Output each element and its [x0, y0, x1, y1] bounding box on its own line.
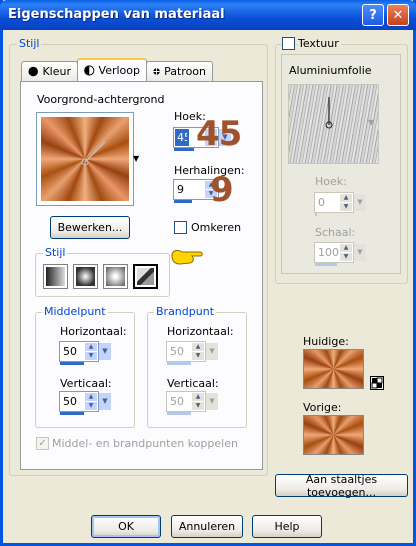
textuur-hoek-dropdown-icon: ▼ [354, 194, 366, 211]
textuur-hoek-slider-bar [315, 213, 317, 216]
sunburst-style-icon [106, 267, 125, 286]
vorige-label: Vorige: [303, 401, 342, 414]
tab-kleur[interactable]: Kleur [21, 61, 78, 81]
huidige-label: Huidige: [303, 335, 349, 348]
brandpunt-v-dropdown-icon: ▼ [206, 393, 218, 410]
middelpunt-h-dropdown-icon[interactable]: ▼ [99, 343, 111, 360]
textuur-hoek-spin-arrows: ▲ ▼ [340, 194, 352, 212]
brandpunt-h-slider-bar [167, 362, 191, 365]
omkeren-checkbox[interactable] [174, 221, 187, 234]
middelpunt-h-slider-bar[interactable] [60, 362, 84, 365]
brandpunt-horizontaal-spinner: ▲▼ ▼ [166, 341, 218, 365]
hoek-input[interactable] [175, 129, 189, 146]
textuur-hoek-label: Hoek: [315, 175, 347, 188]
tab-kleur-label: Kleur [42, 65, 71, 78]
texture-angle-handle [325, 97, 333, 129]
middelpunt-verticaal-label: Verticaal: [60, 377, 112, 390]
herhalingen-input[interactable] [175, 181, 203, 198]
middelpunt-verticaal-spinner[interactable]: ▲▼ ▼ [59, 391, 111, 415]
add-to-swatches-button[interactable]: Aan staaltjes toevoegen... [275, 473, 408, 499]
brandpunt-h-dropdown-icon: ▼ [206, 343, 218, 360]
middelpunt-h-spin-arrows[interactable]: ▲ ▼ [85, 343, 97, 361]
brandpunt-h-spin-arrows: ▲ ▼ [192, 343, 204, 361]
ok-button[interactable]: OK [91, 515, 161, 538]
texture-picker[interactable] [288, 84, 379, 164]
previous-material-swatch[interactable] [303, 415, 364, 455]
textuur-schaal-label: Schaal: [315, 226, 356, 239]
middelpunt-v-spin-arrows[interactable]: ▲ ▼ [85, 393, 97, 411]
swatch-toggle-icon [371, 377, 383, 389]
gradient-style-label: Stijl [43, 246, 68, 259]
brandpunt-horizontaal-label: Horizontaal: [167, 325, 234, 338]
style-sunburst-button[interactable] [103, 264, 128, 289]
textuur-schaal-dropdown-icon: ▼ [354, 244, 366, 261]
hoek-slider-bar[interactable] [174, 148, 194, 151]
help-titlebar-button[interactable]: ? [362, 4, 384, 26]
brandpunt-verticaal-spinner: ▲▼ ▼ [166, 391, 218, 415]
radial-style-icon [137, 268, 154, 285]
textuur-checkbox[interactable] [282, 37, 295, 50]
tab-verloop[interactable]: Verloop [77, 58, 147, 81]
textuur-schaal-spin-arrows: ▲ ▼ [340, 244, 352, 262]
tab-verloop-label: Verloop [98, 64, 140, 77]
brandpunt-v-spin-arrows: ▲ ▼ [192, 393, 204, 411]
material-properties-window: Eigenschappen van materiaal ? ✕ Stijl Kl… [0, 0, 416, 546]
gradient-picker[interactable] [36, 112, 134, 206]
texture-name-label: Aluminiumfolie [289, 64, 372, 77]
gradient-name-label: Voorgrond-achtergrond [37, 93, 165, 106]
style-linear-button[interactable] [43, 264, 68, 289]
gradient-preview [41, 117, 129, 201]
middelpunt-horizontaal-label: Horizontaal: [60, 325, 127, 338]
filled-circle-icon [28, 66, 38, 77]
gradient-dropdown-arrow-icon[interactable]: ▼ [133, 154, 139, 163]
middelpunt-horizontaal-spinner[interactable]: ▲▼ ▼ [59, 341, 111, 365]
textuur-hoek-spinner: ▲▼ ▼ [314, 192, 366, 216]
middelpunt-v-slider-bar[interactable] [60, 412, 84, 415]
close-button[interactable]: ✕ [387, 4, 409, 26]
middelpunt-v-dropdown-icon[interactable]: ▼ [99, 393, 111, 410]
tab-patroon[interactable]: Patroon [146, 61, 213, 81]
cancel-button[interactable]: Annuleren [171, 515, 243, 538]
help-button[interactable]: Help [252, 515, 322, 538]
close-icon: ✕ [392, 7, 404, 23]
textuur-schaal-spinner: ▲▼ ▼ [314, 242, 366, 266]
window-title: Eigenschappen van materiaal [8, 7, 225, 22]
herhalingen-slider-bar[interactable] [174, 200, 192, 203]
koppelen-label[interactable]: Middel- en brandpunten koppelen [52, 437, 238, 450]
edit-gradient-button[interactable]: Bewerken... [50, 216, 130, 239]
textuur-label[interactable]: Textuur [298, 37, 341, 50]
current-material-swatch [303, 349, 364, 389]
tab-patroon-label: Patroon [164, 65, 206, 78]
question-mark-icon: ? [369, 7, 377, 23]
herhalingen-value-overlay: 9 [210, 170, 234, 210]
textuur-schaal-slider-bar [315, 263, 337, 266]
pointing-hand-icon [171, 249, 203, 265]
texture-dropdown-arrow-icon: ▼ [368, 118, 375, 127]
linear-style-icon [46, 267, 65, 286]
brandpunt-label: Brandpunt [154, 305, 217, 318]
middelpunt-label: Middelpunt [42, 305, 108, 318]
stijl-group-label: Stijl [17, 37, 42, 50]
title-bar[interactable]: Eigenschappen van materiaal ? ✕ [0, 0, 416, 30]
rectangular-style-icon [76, 267, 95, 286]
style-radial-button[interactable] [133, 264, 158, 289]
brandpunt-v-slider-bar [167, 412, 191, 415]
gradient-angle-handle [81, 141, 106, 166]
swap-swatch-button[interactable] [370, 376, 384, 390]
omkeren-label[interactable]: Omkeren [191, 221, 241, 234]
hoek-value-overlay: 45 [196, 114, 242, 154]
half-circle-icon [84, 65, 95, 76]
pattern-icon [153, 68, 160, 75]
brandpunt-verticaal-label: Verticaal: [167, 377, 219, 390]
style-rectangular-button[interactable] [73, 264, 98, 289]
koppelen-checkbox[interactable]: ✓ [36, 437, 49, 450]
